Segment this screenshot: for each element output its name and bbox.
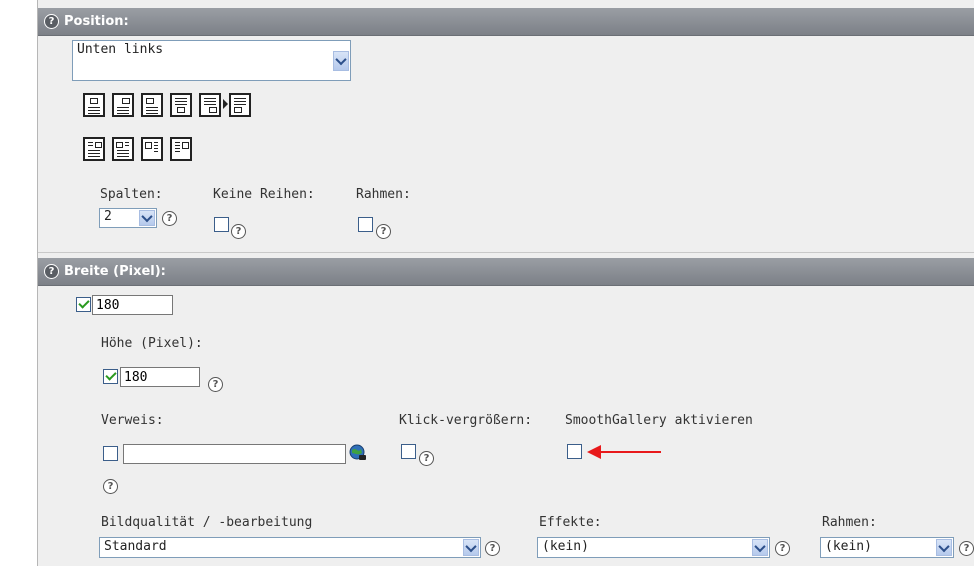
columns-label: Spalten: — [100, 187, 163, 202]
section-header-position: ? Position: — [38, 8, 974, 36]
effects-select-value: (kein) — [542, 539, 589, 554]
help-icon[interactable]: ? — [103, 479, 118, 494]
help-icon[interactable]: ? — [44, 264, 59, 279]
smoothgallery-checkbox[interactable] — [567, 444, 582, 459]
layout-intext-right-icon[interactable] — [83, 137, 105, 161]
help-icon[interactable]: ? — [485, 541, 500, 556]
section-header-width: ? Breite (Pixel): — [38, 258, 974, 286]
chevron-down-icon[interactable] — [936, 539, 952, 556]
red-arrow-icon — [587, 445, 661, 459]
layout-below-left-icon[interactable] — [229, 93, 251, 117]
form-panel: ? Position: Unten links Spalten: 2 ? Kei… — [37, 0, 974, 566]
layout-above-center-icon[interactable] — [83, 93, 105, 117]
layout-below-center-icon[interactable] — [170, 93, 192, 117]
help-icon[interactable]: ? — [231, 224, 246, 239]
frame-label: Rahmen: — [822, 515, 877, 530]
layout-above-left-icon[interactable] — [141, 93, 163, 117]
quality-label: Bildqualität / -bearbeitung — [101, 515, 313, 530]
link-input[interactable] — [123, 444, 346, 464]
globe-link-icon[interactable] — [349, 444, 367, 462]
height-input[interactable] — [120, 367, 200, 387]
border-checkbox[interactable] — [358, 217, 373, 232]
chevron-down-icon[interactable] — [463, 539, 479, 556]
columns-select[interactable]: 2 — [99, 208, 157, 228]
click-enlarge-checkbox[interactable] — [401, 444, 416, 459]
section-title-width: Breite (Pixel): — [64, 264, 166, 279]
help-icon[interactable]: ? — [959, 541, 974, 556]
section-title-position: Position: — [64, 14, 129, 29]
click-enlarge-label: Klick-vergrößern: — [399, 413, 533, 428]
chevron-down-icon[interactable] — [333, 51, 349, 71]
layout-intext-left-nowrap-icon[interactable] — [141, 137, 163, 161]
layout-intext-right-nowrap-icon[interactable] — [170, 137, 192, 161]
chevron-down-icon[interactable] — [139, 210, 155, 226]
layout-intext-left-icon[interactable] — [112, 137, 134, 161]
width-enable-checkbox[interactable] — [76, 297, 91, 312]
help-icon[interactable]: ? — [419, 451, 434, 466]
no-rows-label: Keine Reihen: — [213, 187, 315, 202]
border-label: Rahmen: — [356, 187, 411, 202]
position-select[interactable]: Unten links — [72, 40, 351, 81]
height-label: Höhe (Pixel): — [101, 336, 203, 351]
quality-select-value: Standard — [104, 539, 167, 554]
divider — [38, 252, 974, 253]
help-icon[interactable]: ? — [775, 541, 790, 556]
effects-select[interactable]: (kein) — [537, 537, 770, 558]
chevron-down-icon[interactable] — [752, 539, 768, 556]
columns-select-value: 2 — [104, 209, 112, 224]
quality-select[interactable]: Standard — [99, 537, 481, 558]
no-rows-checkbox[interactable] — [214, 217, 229, 232]
layout-below-right-icon[interactable] — [199, 93, 221, 117]
link-enable-checkbox[interactable] — [103, 446, 118, 461]
frame-select-value: (kein) — [825, 539, 872, 554]
help-icon[interactable]: ? — [44, 14, 59, 29]
effects-label: Effekte: — [539, 515, 602, 530]
help-icon[interactable]: ? — [208, 377, 223, 392]
help-icon[interactable]: ? — [162, 211, 177, 226]
position-select-value: Unten links — [77, 42, 164, 57]
smoothgallery-label: SmoothGallery aktivieren — [565, 413, 753, 428]
help-icon[interactable]: ? — [376, 224, 391, 239]
layout-above-right-icon[interactable] — [112, 93, 134, 117]
triangle-right-icon — [223, 99, 228, 109]
link-label: Verweis: — [101, 413, 164, 428]
width-input[interactable] — [92, 295, 173, 315]
frame-select[interactable]: (kein) — [820, 537, 954, 558]
height-enable-checkbox[interactable] — [103, 369, 118, 384]
